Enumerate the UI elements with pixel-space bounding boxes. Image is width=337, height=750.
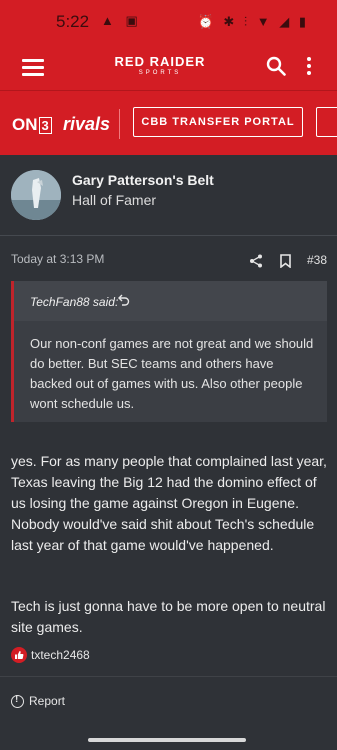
reactions-summary[interactable]: txtech2468 <box>11 647 90 663</box>
on3-logo-text: ON <box>12 115 38 134</box>
post-timestamp[interactable]: Today at 3:13 PM <box>11 252 104 266</box>
report-icon <box>11 694 24 708</box>
jump-to-quote-icon[interactable] <box>118 294 130 306</box>
author-title: Hall of Famer <box>72 192 157 208</box>
bookmark-icon[interactable] <box>280 254 291 268</box>
divider <box>0 676 337 677</box>
report-button[interactable]: Report <box>11 694 65 708</box>
like-icon <box>11 647 27 663</box>
status-time: 5:22 <box>56 12 90 31</box>
report-label: Report <box>29 694 66 708</box>
divider <box>0 235 337 236</box>
quote-author-link[interactable]: TechFan88 said: <box>30 295 118 309</box>
promo-divider <box>119 109 120 139</box>
logo-subtitle: SPORTS <box>138 70 182 76</box>
search-icon[interactable] <box>266 56 286 76</box>
post-number-link[interactable]: #38 <box>307 253 327 267</box>
more-options-icon[interactable] <box>306 57 312 77</box>
status-right-icons: ⏰ ✱ ⫶ ▼ ◢ ▮ <box>197 14 309 29</box>
promo-bar: ON3 rivals CBB TRANSFER PORTAL 2 <box>0 90 337 156</box>
reaction-user[interactable]: txtech2468 <box>31 648 90 662</box>
system-navigation-bar <box>0 728 337 750</box>
share-icon[interactable] <box>249 254 263 268</box>
status-left-icons: ▲ ▣ <box>101 13 142 28</box>
site-logo[interactable]: RED RAIDER SPORTS <box>105 55 215 78</box>
home-gesture-handle[interactable] <box>88 738 246 742</box>
logo-title: RED RAIDER <box>114 54 206 69</box>
menu-icon[interactable] <box>22 59 44 76</box>
author-name[interactable]: Gary Patterson's Belt <box>72 172 214 188</box>
quote-block: TechFan88 said: Our non-conf games are n… <box>11 281 327 422</box>
post-paragraph-2: Tech is just gonna have to be more open … <box>11 598 326 635</box>
status-bar: 5:22 ▲ ▣ ⏰ ✱ ⫶ ▼ ◢ ▮ <box>0 0 337 44</box>
rivals-logo[interactable]: rivals <box>63 114 110 135</box>
avatar[interactable] <box>11 170 61 220</box>
on3-logo[interactable]: ON 3 <box>12 115 52 135</box>
quote-text: Our non-conf games are not great and we … <box>30 336 314 411</box>
post-paragraph-1: yes. For as many people that complained … <box>11 453 327 553</box>
promo-button-2[interactable]: 2 <box>316 107 337 137</box>
top-app-bar: RED RAIDER SPORTS <box>0 44 337 90</box>
post-author: Gary Patterson's Belt Hall of Famer <box>0 155 337 235</box>
quote-header: TechFan88 said: <box>14 281 327 321</box>
cbb-transfer-portal-button[interactable]: CBB TRANSFER PORTAL <box>133 107 303 137</box>
on3-logo-box: 3 <box>38 117 52 134</box>
